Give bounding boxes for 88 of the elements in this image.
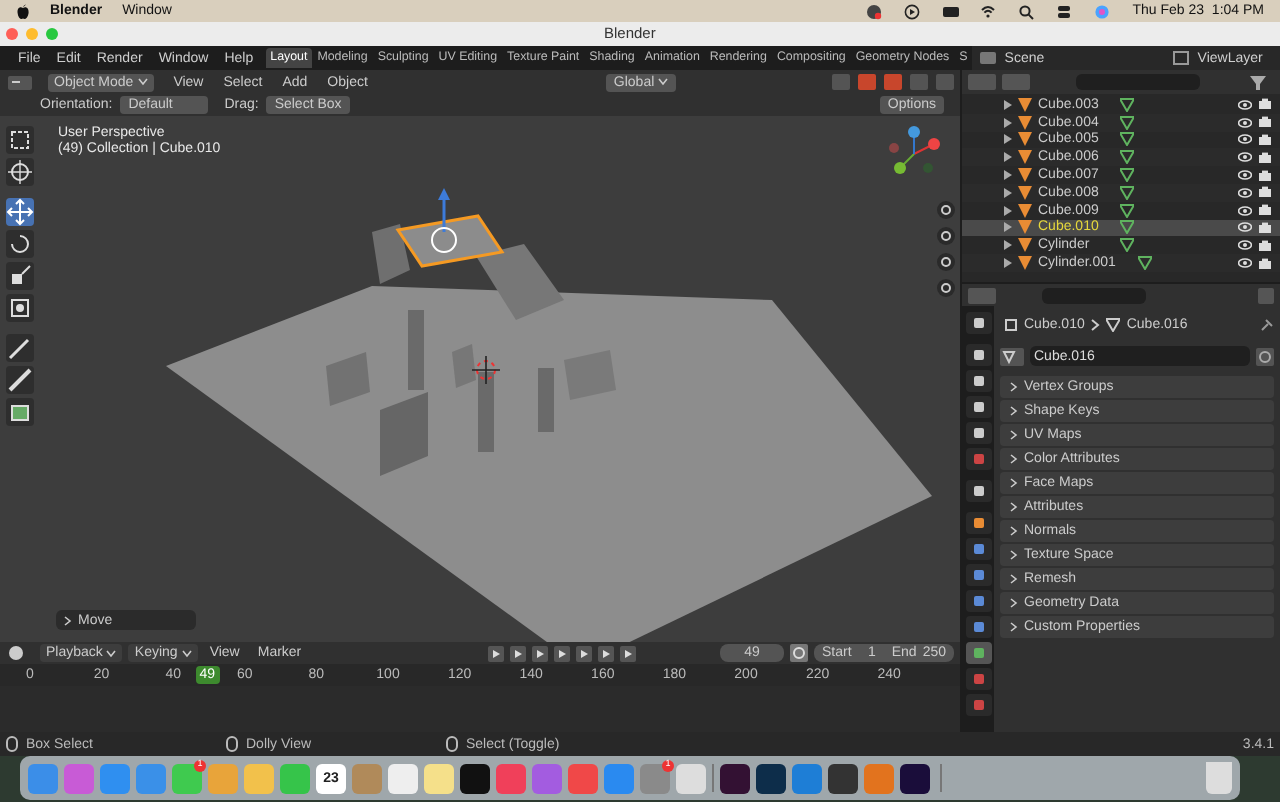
- app-icon[interactable]: [720, 763, 750, 793]
- play-icon: [575, 645, 592, 661]
- chevron-icon: [1010, 453, 1018, 464]
- caret-icon: [658, 78, 669, 86]
- square-icon: [971, 698, 985, 712]
- move-icon: [6, 198, 34, 226]
- eye-icon: [1238, 222, 1252, 233]
- tool-button[interactable]: [6, 230, 34, 258]
- tool-button[interactable]: [6, 294, 34, 322]
- square-icon: [971, 672, 985, 686]
- chevron-icon: [1010, 621, 1018, 632]
- search-icon: [1018, 3, 1037, 19]
- control-center-icon: [1056, 3, 1075, 19]
- properties-tab[interactable]: [965, 590, 991, 612]
- eye-icon: [1238, 170, 1252, 181]
- square-icon: [971, 646, 985, 660]
- properties-tab[interactable]: [965, 312, 991, 334]
- close-button[interactable]: [6, 28, 18, 40]
- square-icon: [971, 400, 985, 414]
- cursor-icon: [6, 158, 34, 186]
- square-icon: [971, 316, 985, 330]
- chevron-icon: [1090, 317, 1101, 331]
- mouse-icon: [226, 736, 238, 752]
- chevron-icon: [64, 615, 72, 625]
- mouse-icon: [6, 736, 18, 752]
- eye-icon: [1238, 240, 1252, 251]
- chevron-icon: [1010, 405, 1018, 416]
- chevron-icon: [1010, 501, 1018, 512]
- properties-tab[interactable]: [965, 422, 991, 444]
- square-icon: [971, 620, 985, 634]
- chevron-icon: [1010, 381, 1018, 392]
- chevron-icon: [1010, 429, 1018, 440]
- app-icon[interactable]: [460, 763, 490, 793]
- pin-icon: [1260, 317, 1274, 331]
- square-icon: [971, 516, 985, 530]
- eye-icon: [1238, 134, 1252, 145]
- caret-icon: [137, 78, 148, 86]
- eye-icon: [1238, 117, 1252, 128]
- properties-tab[interactable]: [965, 642, 991, 664]
- battery-icon: [942, 3, 961, 19]
- app-icon[interactable]: [828, 763, 858, 793]
- chevron-icon: [1010, 477, 1018, 488]
- object-icon: [1004, 317, 1018, 331]
- chevron-icon: [1010, 549, 1018, 560]
- apple-icon: [16, 3, 30, 19]
- chevron-icon: [1010, 525, 1018, 536]
- transform-icon: [6, 294, 34, 322]
- square-icon: [971, 568, 985, 582]
- caret-icon: [106, 649, 117, 657]
- chevron-icon: [1010, 597, 1018, 608]
- eye-icon: [1238, 99, 1252, 110]
- properties-tab[interactable]: [965, 396, 991, 418]
- properties-tab[interactable]: [965, 616, 991, 638]
- properties-tab[interactable]: [965, 344, 991, 366]
- tool-button[interactable]: [6, 126, 34, 154]
- properties-tab[interactable]: [965, 370, 991, 392]
- properties-tab[interactable]: [965, 538, 991, 560]
- tool-button[interactable]: [6, 158, 34, 186]
- properties-tab[interactable]: [965, 512, 991, 534]
- view-layer-icon: [1171, 50, 1192, 66]
- app-icon[interactable]: [756, 763, 786, 793]
- scale-icon: [6, 262, 34, 290]
- eye-icon: [1238, 187, 1252, 198]
- mesh-dropdown-icon: [1000, 347, 1024, 365]
- square-icon: [971, 426, 985, 440]
- eye-icon: [1238, 152, 1252, 163]
- rotate-icon: [6, 230, 34, 258]
- mesh-icon: [1106, 317, 1121, 331]
- play-icon: [904, 3, 923, 19]
- mouse-icon: [446, 736, 458, 752]
- tool-button[interactable]: [6, 262, 34, 290]
- square-icon: [971, 594, 985, 608]
- caret-icon: [181, 649, 192, 657]
- square-icon: [971, 348, 985, 362]
- square-icon: [971, 484, 985, 498]
- chevron-icon: [1010, 573, 1018, 584]
- eye-icon: [1238, 205, 1252, 216]
- square-icon: [971, 452, 985, 466]
- properties-tab[interactable]: [965, 480, 991, 502]
- square-icon: [971, 542, 985, 556]
- status-icon: [866, 3, 885, 19]
- wifi-icon: [980, 3, 999, 19]
- stopwatch-icon: [790, 644, 808, 662]
- app-icon[interactable]: [900, 763, 930, 793]
- select-box-icon: [6, 126, 34, 154]
- properties-tab[interactable]: [965, 564, 991, 586]
- square-icon: [971, 374, 985, 388]
- eye-icon: [1238, 258, 1252, 269]
